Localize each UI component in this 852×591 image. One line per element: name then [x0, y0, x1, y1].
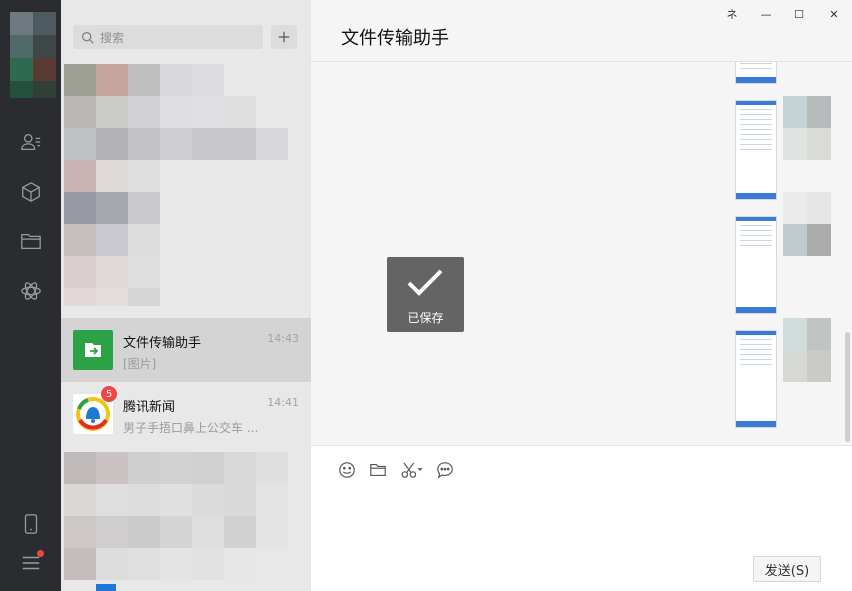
message-area[interactable] [311, 62, 852, 445]
chat-list: 搜索 文件传输助手 14:43 [图片] 5 腾讯新闻 14:41 男子手捂口鼻… [61, 0, 311, 591]
mini-program-icon[interactable] [18, 179, 44, 205]
notification-dot [37, 550, 44, 557]
plus-icon [278, 31, 290, 43]
image-message[interactable] [735, 216, 777, 314]
blurred-conversations-top [61, 64, 311, 306]
maximize-button[interactable]: ☐ [790, 6, 808, 22]
file-transfer-icon [85, 343, 101, 357]
file-transfer-avatar [73, 330, 113, 370]
sender-avatar[interactable] [783, 192, 831, 256]
chat-time: 14:43 [267, 332, 299, 345]
contacts-icon[interactable] [18, 129, 44, 155]
image-message[interactable] [735, 100, 777, 200]
chat-name: 文件传输助手 [123, 336, 202, 351]
nav-rail [0, 0, 61, 591]
message-composer[interactable]: 发送(S) [311, 445, 852, 591]
chat-time: 14:41 [267, 396, 299, 409]
chat-panel: 文件传输助手 ネ — ☐ ✕ 已保存 发送(S) [311, 0, 852, 591]
close-button[interactable]: ✕ [825, 6, 843, 22]
blurred-conversations-bottom [61, 452, 311, 591]
folder-icon[interactable] [18, 228, 44, 254]
scrollbar[interactable] [845, 332, 850, 442]
chat-item-tencent-news[interactable]: 5 腾讯新闻 14:41 男子手捂口鼻上公交车 ... [61, 382, 311, 446]
file-icon[interactable] [368, 460, 388, 480]
search-icon [82, 31, 94, 44]
phone-icon[interactable] [18, 511, 44, 537]
chat-header: 文件传输助手 ネ — ☐ ✕ [311, 0, 852, 62]
sender-avatar[interactable] [783, 318, 831, 382]
wechat-window: 搜索 文件传输助手 14:43 [图片] 5 腾讯新闻 14:41 男子手捂口鼻… [0, 0, 852, 591]
minimize-button[interactable]: — [757, 6, 775, 22]
saved-toast: 已保存 [387, 257, 464, 332]
search-input[interactable]: 搜索 [73, 25, 263, 49]
emoji-icon[interactable] [337, 460, 357, 480]
unread-badge: 5 [101, 386, 117, 402]
image-message[interactable] [735, 62, 777, 84]
pin-button[interactable]: ネ [723, 6, 741, 22]
search-placeholder: 搜索 [100, 30, 125, 45]
chat-title: 文件传输助手 [341, 28, 449, 49]
chat-item-file-transfer[interactable]: 文件传输助手 14:43 [图片] [61, 318, 311, 382]
image-message[interactable] [735, 330, 777, 428]
add-button[interactable] [271, 25, 297, 49]
sender-avatar[interactable] [783, 96, 831, 160]
chat-history-icon[interactable] [435, 460, 455, 480]
toast-text: 已保存 [407, 311, 444, 325]
chat-preview: 男子手捂口鼻上公交车 ... [123, 421, 259, 435]
chat-name: 腾讯新闻 [123, 400, 176, 415]
moments-icon[interactable] [18, 278, 44, 304]
send-button[interactable]: 发送(S) [753, 556, 821, 582]
avatar[interactable] [10, 12, 56, 98]
chat-preview: [图片] [123, 357, 157, 371]
checkmark-icon [407, 269, 443, 296]
screenshot-icon[interactable] [399, 460, 425, 480]
